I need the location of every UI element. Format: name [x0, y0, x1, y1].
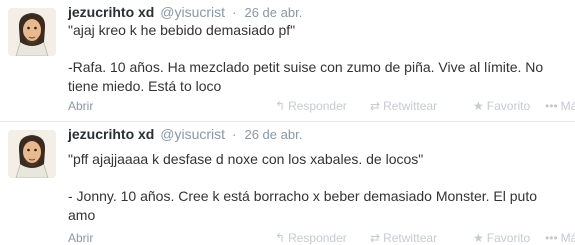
reply-button[interactable]: ↰ Responder: [275, 231, 347, 245]
retweet-button[interactable]: ⇄ Retwittear: [370, 231, 437, 245]
author-fullname[interactable]: jezucrihto xd: [68, 126, 154, 142]
retweet-icon: ⇄: [370, 231, 381, 245]
tweet[interactable]: jezucrihto xd @yisucrist · 26 de abr. "p…: [0, 0, 575, 245]
tweet-timestamp[interactable]: 26 de abr.: [244, 127, 302, 142]
tweet-text-line: - Jonny. 10 años. Cree k está borracho x…: [68, 188, 537, 223]
reply-arrow-icon: ↰: [275, 231, 286, 245]
tweet-text-line: "pff ajajjaaaa k desfase d noxe con los …: [68, 151, 424, 167]
favorite-button[interactable]: ★ Favorito: [473, 231, 530, 245]
header-separator: ·: [231, 126, 237, 142]
tweet-header: jezucrihto xd @yisucrist · 26 de abr.: [68, 126, 302, 143]
reply-label: Responder: [288, 231, 347, 245]
favorite-label: Favorito: [486, 231, 531, 245]
more-label: Más: [560, 231, 575, 245]
more-button[interactable]: •••Más: [545, 231, 575, 245]
avatar[interactable]: [8, 130, 56, 178]
more-dots-icon: •••: [545, 231, 558, 245]
retweet-label: Retwittear: [383, 231, 438, 245]
open-link[interactable]: Abrir: [68, 231, 93, 245]
star-icon: ★: [473, 231, 484, 245]
author-username[interactable]: @yisucrist: [160, 126, 225, 142]
